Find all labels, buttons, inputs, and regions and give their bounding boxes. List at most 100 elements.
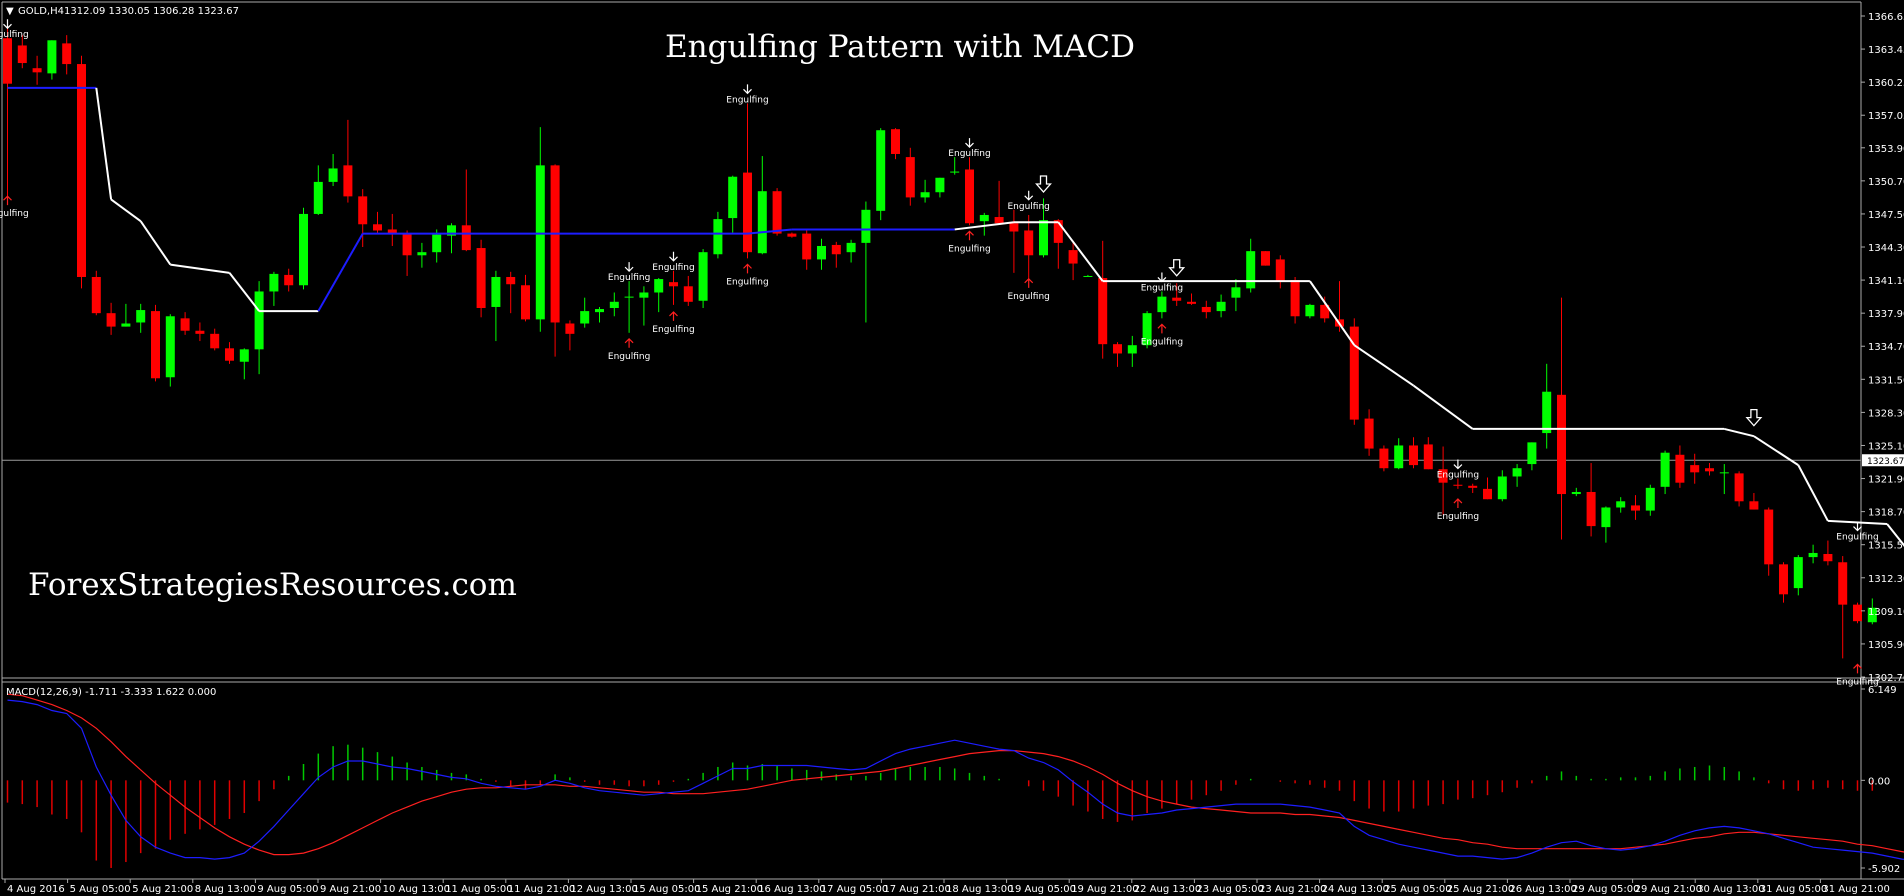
time-tick-label: 17 Aug 05:00 xyxy=(821,884,888,895)
candle-body xyxy=(77,64,86,277)
candle-body xyxy=(757,191,767,254)
candle-body xyxy=(609,301,619,308)
candle-body xyxy=(1571,491,1581,495)
macd-tick-label: -5.902 xyxy=(1868,864,1900,875)
candle-body xyxy=(1246,251,1256,289)
price-tick-label: 1312.30 xyxy=(1868,574,1904,585)
candle-body xyxy=(343,165,353,197)
candle-body xyxy=(846,242,856,253)
time-tick-label: 8 Aug 13:00 xyxy=(195,884,256,895)
engulfing-label: Engulfing xyxy=(1437,471,1479,481)
time-tick-label: 12 Aug 13:00 xyxy=(570,884,637,895)
candle-body xyxy=(1705,468,1714,472)
candle-body xyxy=(817,245,826,260)
engulfing-label: Engulfing xyxy=(948,149,990,159)
time-tick-label: 26 Aug 13:00 xyxy=(1509,884,1576,895)
candle-body xyxy=(269,273,279,292)
candle-body xyxy=(683,286,693,302)
candle-body xyxy=(1557,394,1566,495)
candle-body xyxy=(313,181,323,214)
candle-body xyxy=(373,224,382,231)
engulfing-label: Engulfing xyxy=(652,263,694,273)
candle-body xyxy=(1172,297,1182,301)
candle-body xyxy=(1527,442,1537,465)
candle-body xyxy=(1483,488,1492,500)
time-tick-label: 4 Aug 2016 xyxy=(7,884,65,895)
candle-body xyxy=(1779,564,1788,595)
candle-body xyxy=(491,276,501,307)
candle-body xyxy=(1512,468,1522,477)
time-tick-label: 19 Aug 21:00 xyxy=(1071,884,1138,895)
candle-body xyxy=(1305,304,1315,317)
price-tick-label: 1321.90 xyxy=(1868,475,1904,486)
candle-body xyxy=(195,330,205,334)
candle-body xyxy=(1127,345,1137,354)
chart-background xyxy=(0,0,1904,896)
candle-body xyxy=(1083,275,1093,277)
current-price-label: 1323.67 xyxy=(1867,457,1904,467)
candle-body xyxy=(521,285,530,320)
candle-body xyxy=(136,310,146,323)
candle-body xyxy=(1616,501,1626,508)
price-tick-label: 1341.10 xyxy=(1868,276,1904,287)
candle-body xyxy=(225,348,234,361)
candle-body xyxy=(1542,391,1552,434)
price-tick-label: 1357.05 xyxy=(1868,111,1904,122)
time-tick-label: 15 Aug 05:00 xyxy=(633,884,700,895)
candle-body xyxy=(328,168,338,182)
candle-body xyxy=(654,279,664,293)
candle-body xyxy=(1749,501,1759,510)
candle-body xyxy=(595,309,604,313)
candle-body xyxy=(461,225,471,251)
candle-body xyxy=(1113,344,1122,354)
macd-tick-label: 0.00 xyxy=(1868,776,1890,787)
time-tick-label: 15 Aug 21:00 xyxy=(696,884,763,895)
candle-body xyxy=(920,192,930,198)
time-tick-label: 23 Aug 21:00 xyxy=(1259,884,1326,895)
symbol-label: GOLD,H4 xyxy=(18,6,64,17)
macd-label: MACD(12,26,9) -1.711 -3.333 1.622 0.000 xyxy=(6,687,216,698)
candle-body xyxy=(1039,220,1048,256)
candle-body xyxy=(506,276,516,285)
candle-body xyxy=(165,316,175,378)
candle-body xyxy=(1764,509,1774,565)
candle-body xyxy=(284,274,294,286)
time-tick-label: 17 Aug 21:00 xyxy=(883,884,950,895)
price-tick-label: 1353.90 xyxy=(1868,144,1904,155)
price-tick-label: 1325.10 xyxy=(1868,441,1904,452)
chart-root: Engulfing Engulfing Engulfing Engulfing Engu… xyxy=(0,0,1904,896)
candle-body xyxy=(1275,259,1285,282)
engulfing-label: Engulfing xyxy=(608,352,650,362)
engulfing-label: Engulfing xyxy=(0,30,29,40)
candle-body xyxy=(1793,557,1803,589)
price-tick-label: 1363.45 xyxy=(1868,45,1904,56)
candle-body xyxy=(1690,465,1700,473)
candle-body xyxy=(1453,484,1463,486)
candle-body xyxy=(417,252,427,256)
time-tick-label: 30 Aug 13:00 xyxy=(1697,884,1764,895)
time-tick-label: 29 Aug 05:00 xyxy=(1572,884,1639,895)
engulfing-label: Engulfing xyxy=(1007,202,1049,212)
candle-body xyxy=(1364,418,1374,449)
candle-body xyxy=(121,323,131,327)
engulfing-label: Engulfing xyxy=(652,325,694,335)
candle-body xyxy=(831,244,841,255)
candle-body xyxy=(565,323,575,334)
price-tick-label: 1305.90 xyxy=(1868,640,1904,651)
candle-body xyxy=(402,233,412,256)
engulfing-label: Engulfing xyxy=(1141,337,1183,347)
time-tick-label: 16 Aug 13:00 xyxy=(758,884,825,895)
time-tick-label: 24 Aug 13:00 xyxy=(1322,884,1389,895)
time-tick-label: 22 Aug 13:00 xyxy=(1134,884,1201,895)
candle-body xyxy=(17,45,27,64)
symbol-dropdown-icon[interactable]: ▼ xyxy=(6,6,14,17)
candle-body xyxy=(1823,553,1833,562)
price-tick-label: 1334.70 xyxy=(1868,342,1904,353)
candle-body xyxy=(965,169,974,224)
engulfing-label: Engulfing xyxy=(1141,283,1183,293)
price-tick-label: 1331.50 xyxy=(1868,375,1904,386)
candle-body xyxy=(624,296,634,298)
candle-body xyxy=(698,252,708,301)
time-tick-label: 29 Aug 21:00 xyxy=(1635,884,1702,895)
time-tick-label: 25 Aug 05:00 xyxy=(1384,884,1451,895)
